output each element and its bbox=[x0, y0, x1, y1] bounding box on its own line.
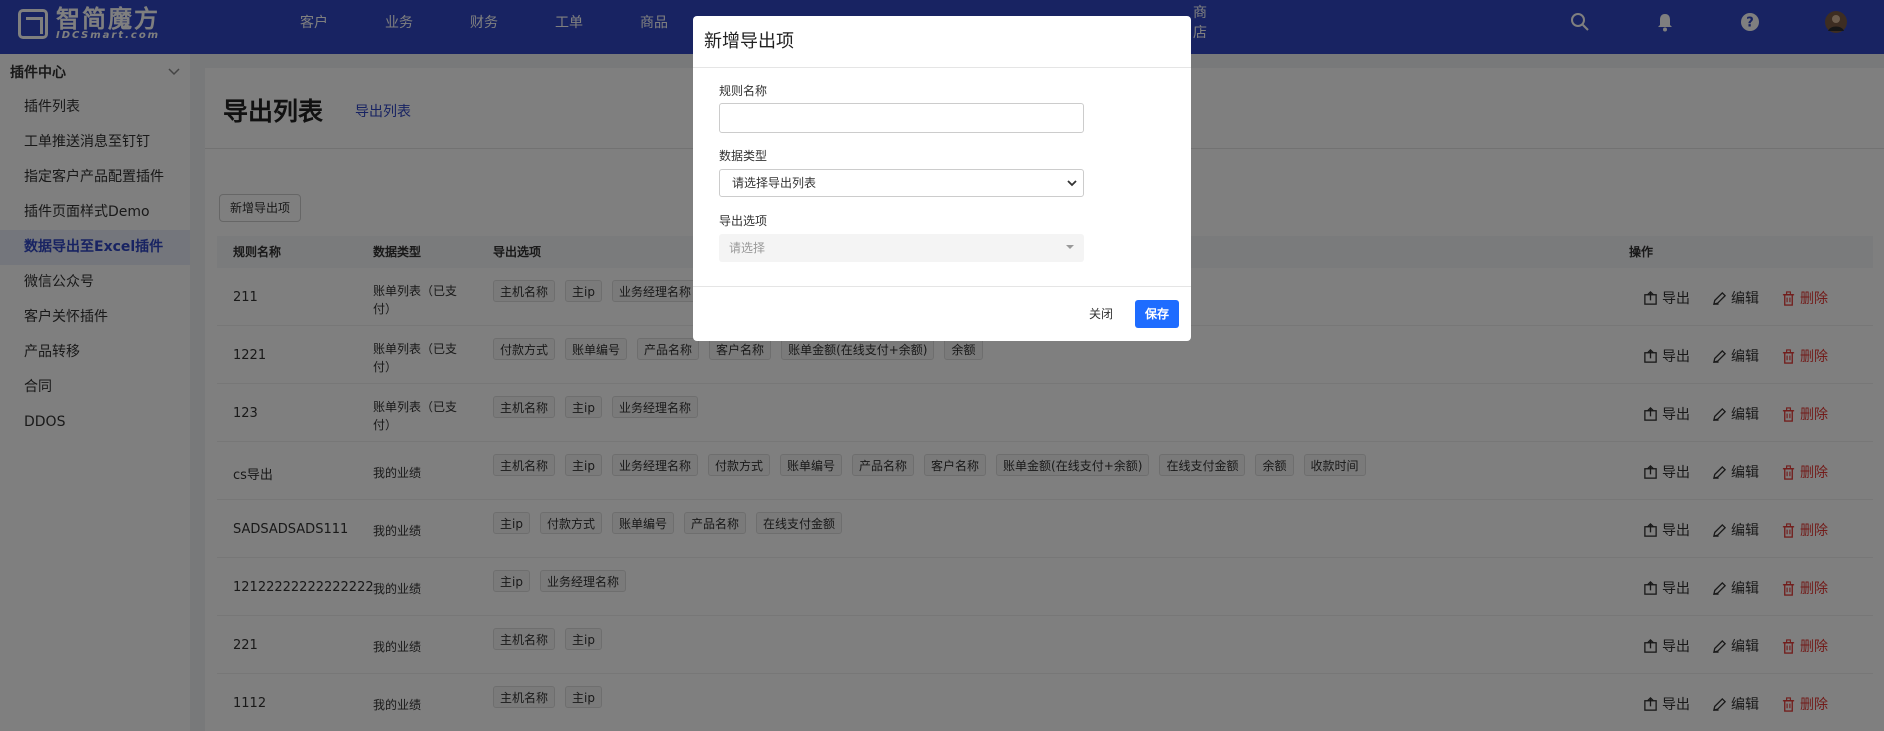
add-export-dialog: 新增导出项 规则名称 数据类型 请选择导出列表 导出选项 请选择 关闭 保存 bbox=[693, 16, 1191, 341]
rule-name-label: 规则名称 bbox=[719, 84, 768, 98]
data-type-select[interactable]: 请选择导出列表 bbox=[719, 169, 1084, 197]
chevron-down-icon bbox=[1067, 171, 1077, 197]
rule-name-input[interactable] bbox=[719, 103, 1084, 133]
export-options-placeholder: 请选择 bbox=[729, 241, 766, 255]
close-button[interactable]: 关闭 bbox=[1089, 305, 1113, 322]
caret-down-icon bbox=[1066, 245, 1074, 249]
save-button[interactable]: 保存 bbox=[1135, 300, 1179, 328]
dialog-footer-divider bbox=[693, 286, 1191, 287]
export-options-select[interactable]: 请选择 bbox=[719, 234, 1084, 262]
export-options-label: 导出选项 bbox=[719, 214, 768, 228]
dialog-title: 新增导出项 bbox=[693, 16, 1191, 68]
data-type-selected: 请选择导出列表 bbox=[732, 176, 817, 190]
data-type-label: 数据类型 bbox=[719, 149, 768, 163]
